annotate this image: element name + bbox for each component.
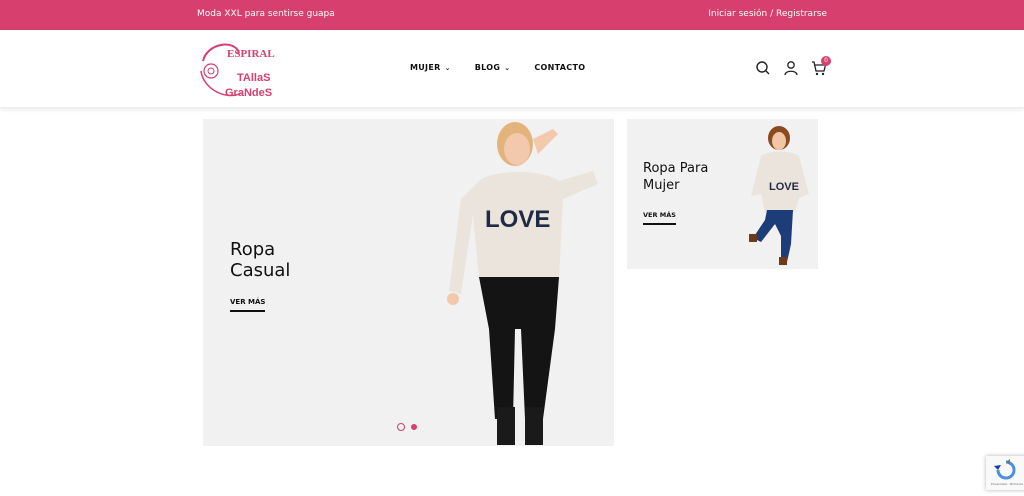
header-icons: 0 — [755, 56, 831, 76]
nav-item-blog[interactable]: BLOG ⌄ — [475, 63, 511, 72]
recaptcha-badge[interactable]: Privacidad - Términos — [986, 456, 1024, 490]
hero-ver-mas-link[interactable]: VER MÁS — [230, 298, 266, 312]
promo-shirt-print: LOVE — [769, 181, 799, 193]
nav-item-mujer[interactable]: MUJER ⌄ — [410, 63, 451, 72]
hero-slider: LOVE Ropa Casual VER MÁS — [203, 119, 614, 446]
cart-icon[interactable]: 0 — [811, 56, 831, 76]
slider-dot-1[interactable] — [397, 423, 405, 431]
nav-label-contacto: CONTACTO — [534, 63, 586, 72]
slider-dot-2[interactable] — [411, 424, 417, 430]
chevron-down-icon: ⌄ — [504, 63, 511, 72]
main-nav: MUJER ⌄ BLOG ⌄ CONTACTO — [410, 63, 585, 72]
promo-ver-mas-link[interactable]: VER MÁS — [643, 211, 676, 225]
logo[interactable]: ESPIRAL TAllaS GraNdeS — [197, 41, 279, 103]
cart-count-badge: 0 — [821, 56, 831, 66]
separator: / — [770, 9, 774, 19]
nav-item-contacto[interactable]: CONTACTO — [534, 63, 585, 72]
tagline: Moda XXL para sentirse guapa — [197, 9, 335, 19]
hero-shirt-print: LOVE — [485, 206, 550, 233]
promo-model-image: LOVE — [749, 126, 809, 265]
site-header: ESPIRAL TAllaS GraNdeS MUJER ⌄ BLOG ⌄ CO… — [0, 30, 1024, 108]
slider-dots — [397, 423, 417, 431]
recaptcha-icon — [994, 459, 1016, 480]
logo-line3: GraNdeS — [225, 87, 272, 99]
nav-label-mujer: MUJER — [410, 63, 441, 72]
account-links: Iniciar sesión / Registrarse — [708, 9, 827, 19]
register-link[interactable]: Registrarse — [776, 9, 827, 19]
logo-line2: TAllaS — [237, 72, 270, 84]
promo-banner: LOVE Ropa Para Mujer VER MÁS — [627, 119, 818, 269]
promo-title: Ropa Para Mujer — [643, 161, 709, 193]
hero-title: Ropa Casual — [230, 239, 291, 281]
search-icon[interactable] — [755, 60, 771, 76]
login-link[interactable]: Iniciar sesión — [708, 9, 767, 19]
recaptcha-label: Privacidad - Términos — [991, 482, 1023, 486]
logo-line1: ESPIRAL — [227, 48, 275, 60]
user-icon[interactable] — [783, 60, 799, 76]
chevron-down-icon: ⌄ — [444, 63, 451, 72]
top-bar: Moda XXL para sentirse guapa Iniciar ses… — [0, 0, 1024, 30]
nav-label-blog: BLOG — [474, 63, 501, 72]
hero-model-image: LOVE — [447, 122, 598, 445]
